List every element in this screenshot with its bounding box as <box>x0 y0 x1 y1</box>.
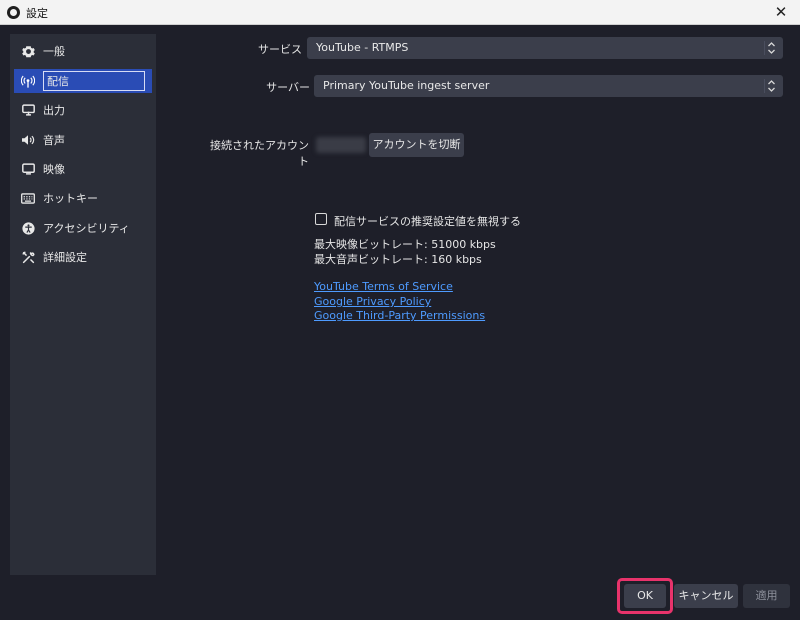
ok-button[interactable]: OK <box>624 584 666 608</box>
apply-button[interactable]: 適用 <box>743 584 790 608</box>
google-privacy-link[interactable]: Google Privacy Policy <box>314 295 431 308</box>
obs-logo-icon <box>7 6 20 19</box>
updown-arrow-icon <box>764 79 778 93</box>
sidebar-item-audio[interactable]: 音声 <box>14 128 152 152</box>
updown-arrow-icon <box>764 41 778 55</box>
window-title: 設定 <box>26 7 48 20</box>
sidebar-item-label: アクセシビリティ <box>43 222 130 235</box>
connected-account-name <box>316 137 366 153</box>
keyboard-icon <box>21 191 35 205</box>
sidebar-item-hotkeys[interactable]: ホットキー <box>14 186 152 210</box>
server-select[interactable]: Primary YouTube ingest server <box>314 75 783 97</box>
connected-account-label: 接続されたアカウント <box>210 139 309 168</box>
output-icon <box>21 103 35 117</box>
title-bar: 設定 ✕ <box>0 0 800 25</box>
sidebar-item-output[interactable]: 出力 <box>14 98 152 122</box>
broadcast-icon <box>21 74 35 88</box>
close-button[interactable]: ✕ <box>762 0 800 25</box>
sidebar-item-video[interactable]: 映像 <box>14 157 152 181</box>
sidebar-item-label: 音声 <box>43 134 65 147</box>
max-audio-bitrate: 最大音声ビットレート: 160 kbps <box>314 253 482 266</box>
settings-sidebar: 一般 配信 出力 音声 映像 ホットキー アクセシビリティ 詳細設定 <box>10 34 156 575</box>
sidebar-item-label: 詳細設定 <box>43 251 87 264</box>
accessibility-icon <box>21 221 35 235</box>
sidebar-item-label: 映像 <box>43 163 65 176</box>
service-select-value: YouTube - RTMPS <box>316 41 409 54</box>
google-third-party-link[interactable]: Google Third-Party Permissions <box>314 309 485 322</box>
speaker-icon <box>21 133 35 147</box>
server-label: サーバー <box>266 81 310 94</box>
sidebar-item-advanced[interactable]: 詳細設定 <box>14 245 152 269</box>
sidebar-item-label: 一般 <box>43 45 65 58</box>
server-select-value: Primary YouTube ingest server <box>323 79 490 92</box>
sidebar-item-accessibility[interactable]: アクセシビリティ <box>14 216 152 240</box>
sidebar-item-label: 配信 <box>43 71 145 91</box>
gear-icon <box>21 44 35 58</box>
monitor-icon <box>21 162 35 176</box>
sidebar-item-label: 出力 <box>43 104 65 117</box>
disconnect-account-button[interactable]: アカウントを切断 <box>369 133 464 157</box>
max-video-bitrate: 最大映像ビットレート: 51000 kbps <box>314 238 496 251</box>
ignore-recommended-checkbox[interactable] <box>315 213 327 225</box>
cancel-button[interactable]: キャンセル <box>674 584 738 608</box>
service-label: サービス <box>258 43 302 56</box>
youtube-terms-link[interactable]: YouTube Terms of Service <box>314 280 453 293</box>
tools-icon <box>21 250 35 264</box>
ignore-recommended-label[interactable]: 配信サービスの推奨設定値を無視する <box>334 213 521 229</box>
sidebar-item-general[interactable]: 一般 <box>14 39 152 63</box>
sidebar-item-stream[interactable]: 配信 <box>14 69 152 93</box>
service-select[interactable]: YouTube - RTMPS <box>307 37 783 59</box>
sidebar-item-label: ホットキー <box>43 192 98 205</box>
